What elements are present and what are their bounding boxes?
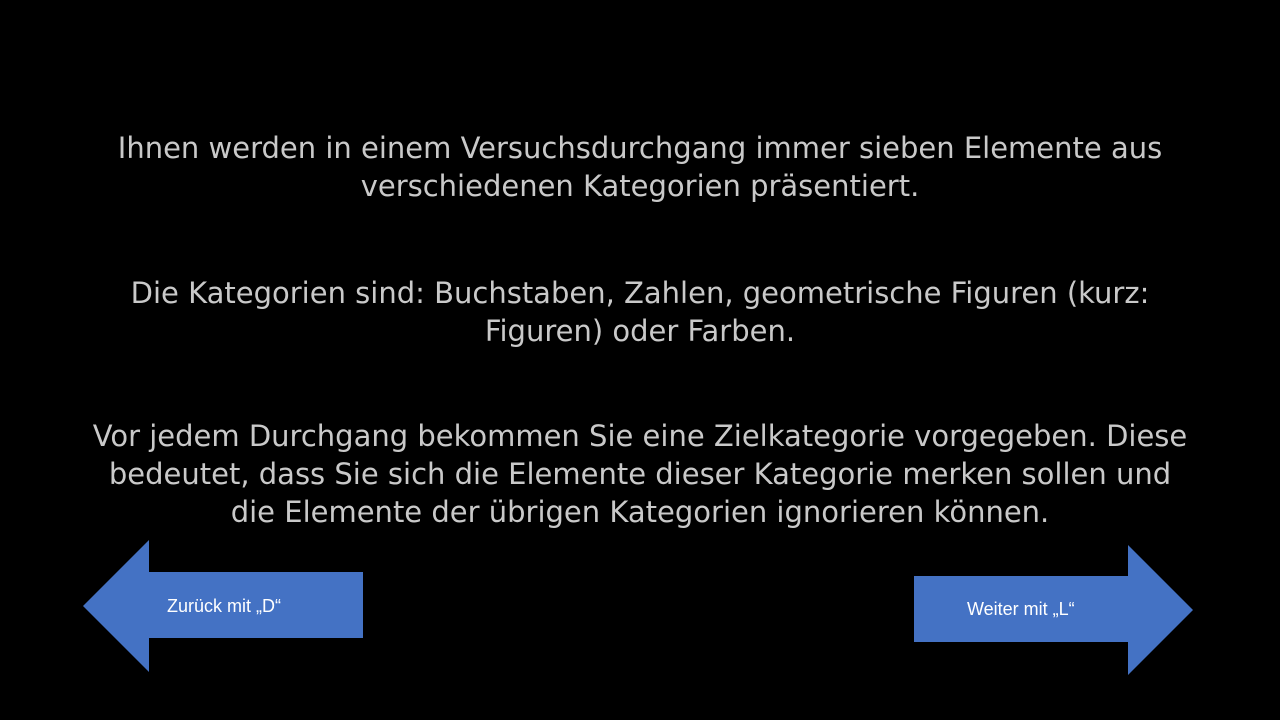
next-button-label: Weiter mit „L“	[967, 599, 1075, 619]
back-button[interactable]: Zurück mit „D“	[83, 540, 363, 672]
next-button[interactable]: Weiter mit „L“	[914, 545, 1193, 675]
back-button-label: Zurück mit „D“	[167, 596, 281, 616]
instruction-line: Die Kategorien sind: Buchstaben, Zahlen,…	[130, 276, 1150, 310]
instruction-paragraph-categories: Die Kategorien sind: Buchstaben, Zahlen,…	[40, 274, 1240, 350]
instruction-line: verschiedenen Kategorien präsentiert.	[360, 169, 920, 203]
instruction-line: bedeutet, dass Sie sich die Elemente die…	[108, 457, 1172, 491]
instruction-line: Figuren) oder Farben.	[484, 314, 796, 348]
instruction-paragraph-elements: Ihnen werden in einem Versuchsdurchgang …	[40, 129, 1240, 205]
instruction-line: Ihnen werden in einem Versuchsdurchgang …	[117, 131, 1163, 165]
instruction-paragraph-target-category: Vor jedem Durchgang bekommen Sie eine Zi…	[40, 417, 1240, 531]
instruction-line: Vor jedem Durchgang bekommen Sie eine Zi…	[92, 419, 1188, 453]
instruction-slide: Ihnen werden in einem Versuchsdurchgang …	[0, 0, 1280, 720]
instruction-line: die Elemente der übrigen Kategorien igno…	[230, 495, 1050, 529]
